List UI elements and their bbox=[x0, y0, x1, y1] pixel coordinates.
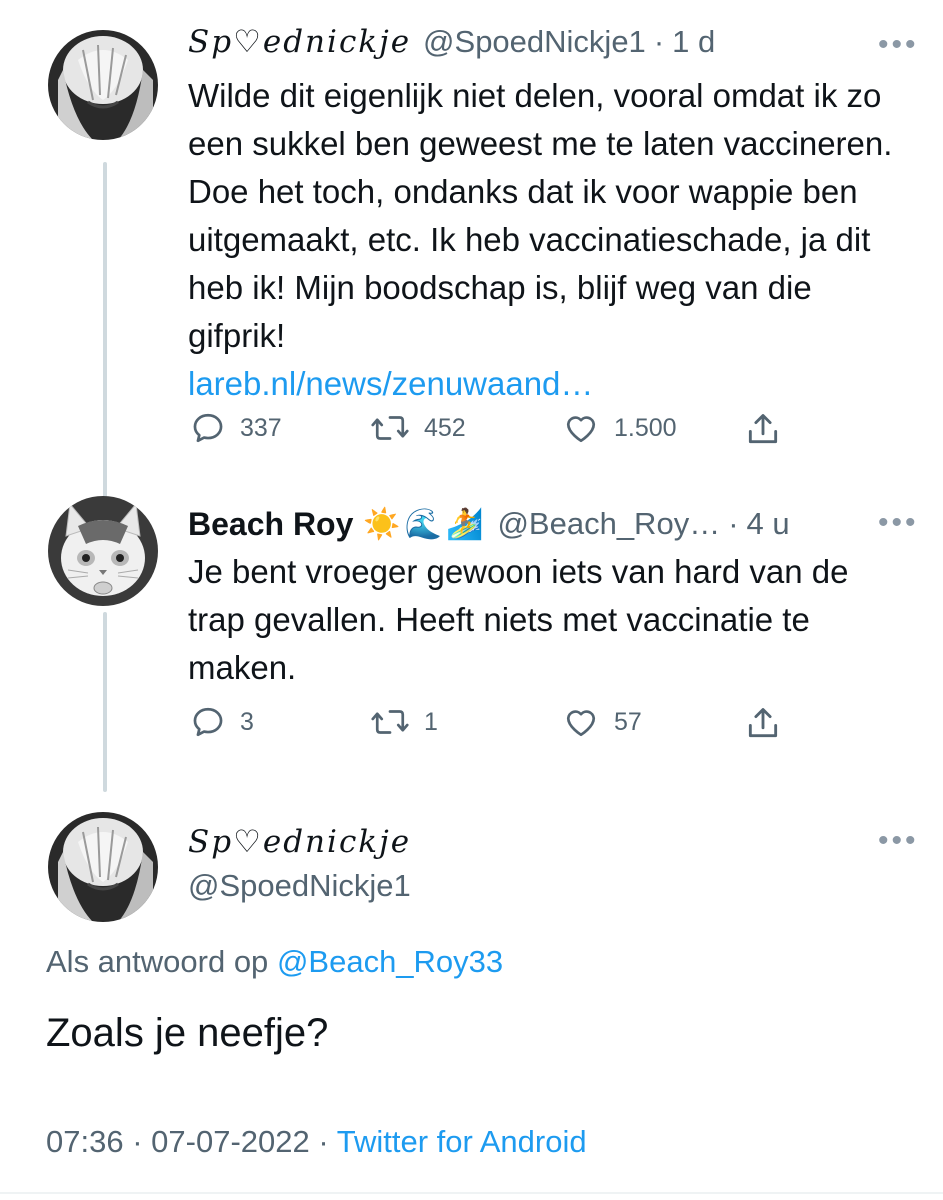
tweet-text: Wilde dit eigenlijk niet delen, vooral o… bbox=[188, 72, 913, 408]
display-name[interactable]: Beach Roy bbox=[188, 506, 353, 543]
tweet-timestamp[interactable]: 1 d bbox=[672, 24, 715, 60]
user-handle[interactable]: @SpoedNickje1 bbox=[188, 864, 411, 908]
reply-count: 3 bbox=[240, 707, 254, 736]
tweet-body: Je bent vroeger gewoon iets van hard van… bbox=[188, 553, 849, 686]
user-handle[interactable]: @SpoedNickje1 bbox=[423, 24, 646, 60]
avatar-photo bbox=[48, 812, 158, 922]
share-button[interactable] bbox=[744, 704, 782, 742]
separator-dot: · bbox=[318, 1124, 329, 1159]
retweet-button[interactable]: 1 bbox=[370, 704, 438, 740]
like-count: 1.500 bbox=[614, 413, 677, 442]
display-name[interactable]: Sp♡ednickje bbox=[188, 24, 411, 60]
heart-icon bbox=[566, 710, 596, 737]
tweet-time[interactable]: 07:36 bbox=[46, 1124, 124, 1159]
separator-dot: · bbox=[132, 1124, 143, 1159]
reply-to-handle[interactable]: @Beach_Roy33 bbox=[277, 944, 503, 979]
separator-dot: · bbox=[728, 506, 739, 541]
bottom-divider bbox=[0, 1192, 943, 1194]
tweet-header: Beach Roy ☀️🌊🏄 @Beach_Roy… · 4 u bbox=[188, 500, 790, 548]
separator-dot: · bbox=[653, 24, 665, 59]
display-name[interactable]: Sp♡ednickje bbox=[188, 820, 411, 864]
more-horizontal-icon[interactable]: ••• bbox=[878, 826, 919, 856]
retweet-count: 1 bbox=[424, 707, 438, 736]
like-count: 57 bbox=[614, 707, 642, 736]
name-emojis: ☀️🌊🏄 bbox=[363, 507, 488, 541]
avatar[interactable] bbox=[48, 30, 158, 140]
reply-prefix: Als antwoord op bbox=[46, 944, 269, 979]
heart-icon bbox=[566, 416, 596, 443]
user-handle[interactable]: @Beach_Roy… bbox=[497, 506, 720, 542]
tweet-meta: 07:36 · 07-07-2022 · Twitter for Android bbox=[46, 1120, 587, 1164]
tweet-body: Wilde dit eigenlijk niet delen, vooral o… bbox=[188, 77, 893, 354]
reply-bubble-icon bbox=[193, 413, 223, 443]
retweet-icon bbox=[371, 710, 409, 734]
share-button[interactable] bbox=[744, 410, 782, 448]
avatar[interactable] bbox=[48, 496, 158, 606]
avatar-photo bbox=[48, 30, 158, 140]
share-icon bbox=[748, 708, 778, 738]
tweet-link[interactable]: lareb.nl/news/zenuwaand… bbox=[188, 365, 593, 402]
avatar[interactable] bbox=[48, 812, 158, 922]
reply-button[interactable]: 337 bbox=[190, 410, 282, 446]
reply-bubble-icon bbox=[193, 707, 223, 737]
reply-context: Als antwoord op @Beach_Roy33 bbox=[46, 940, 503, 984]
reply-button[interactable]: 3 bbox=[190, 704, 254, 740]
thread-connector-line bbox=[103, 612, 107, 792]
tweet-text: Je bent vroeger gewoon iets van hard van… bbox=[188, 548, 908, 692]
retweet-count: 452 bbox=[424, 413, 466, 442]
tweet-header: Sp♡ednickje @SpoedNickje1 · 1 d bbox=[188, 24, 715, 68]
more-horizontal-icon[interactable]: ••• bbox=[878, 30, 919, 60]
tweet-date[interactable]: 07-07-2022 bbox=[151, 1124, 310, 1159]
retweet-icon bbox=[371, 416, 409, 440]
avatar-photo bbox=[48, 496, 158, 606]
like-button[interactable]: 1.500 bbox=[562, 410, 677, 446]
like-button[interactable]: 57 bbox=[562, 704, 642, 740]
more-horizontal-icon[interactable]: ••• bbox=[878, 508, 919, 538]
tweet-client[interactable]: Twitter for Android bbox=[337, 1124, 587, 1159]
author-block: Sp♡ednickje @SpoedNickje1 bbox=[188, 820, 411, 908]
reply-count: 337 bbox=[240, 413, 282, 442]
retweet-button[interactable]: 452 bbox=[370, 410, 466, 446]
tweet-text: Zoals je neefje? bbox=[46, 1011, 329, 1055]
tweet-timestamp[interactable]: 4 u bbox=[747, 506, 790, 542]
share-icon bbox=[748, 414, 778, 444]
thread-connector-line bbox=[103, 162, 107, 502]
